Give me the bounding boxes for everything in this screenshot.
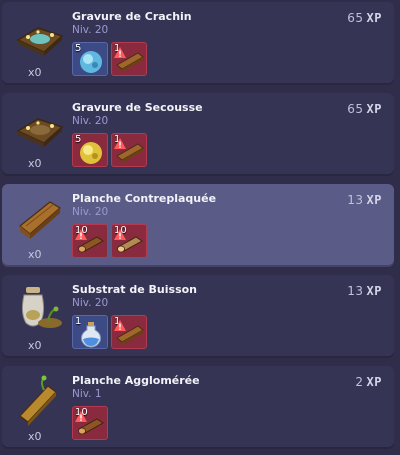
ingredient-list: 5 1 — [72, 133, 147, 167]
engraving-blue-icon — [14, 10, 66, 62]
ingredient-slot[interactable]: 1 — [111, 315, 147, 349]
xp-unit: XP — [366, 11, 382, 25]
ingredient-slot[interactable]: 5 — [72, 133, 108, 167]
recipe-level: Niv. 20 — [72, 24, 109, 36]
ingredient-slot[interactable]: 1 — [72, 315, 108, 349]
ingredient-list: 1 1 — [72, 315, 147, 349]
ingredient-slot[interactable]: 10 — [72, 224, 108, 258]
recipe-level: Niv. 1 — [72, 388, 102, 400]
recipe-level: Niv. 20 — [72, 115, 109, 127]
recipe-name: Planche Agglomérée — [72, 374, 200, 387]
warning-icon — [114, 320, 126, 331]
xp-reward: 2 XP — [355, 375, 382, 389]
xp-value: 2 — [355, 375, 364, 389]
ingredient-list: 5 1 — [72, 42, 147, 76]
warning-icon — [114, 138, 126, 149]
owned-quantity: x0 — [28, 66, 42, 79]
recipe-name: Substrat de Buisson — [72, 283, 198, 296]
ingredient-slot[interactable]: 1 — [111, 42, 147, 76]
xp-value: 65 — [347, 102, 364, 116]
recipe-card[interactable]: x0 Gravure de Secousse Niv. 20 65 XP 5 1 — [2, 93, 394, 176]
recipe-name: Gravure de Secousse — [72, 101, 203, 114]
xp-reward: 65 XP — [347, 102, 382, 116]
engraving-gold-icon — [14, 101, 66, 153]
xp-value: 65 — [347, 11, 364, 25]
plywood-plank-icon — [14, 192, 66, 244]
xp-reward: 13 XP — [347, 193, 382, 207]
warning-icon — [114, 47, 126, 58]
ingredient-count: 1 — [75, 316, 82, 327]
xp-value: 13 — [347, 284, 364, 298]
recipe-name: Planche Contreplaquée — [72, 192, 217, 205]
chipboard-plank-icon — [14, 374, 66, 426]
recipe-card-selected[interactable]: x0 Planche Contreplaquée Niv. 20 13XP 10 — [2, 184, 394, 267]
xp-reward: 65 XP — [347, 11, 382, 25]
ingredient-slot[interactable]: 5 — [72, 42, 108, 76]
xp-unit: XP — [366, 102, 382, 116]
recipe-level: Niv. 20 — [72, 297, 109, 309]
warning-icon — [114, 229, 126, 240]
xp-unit: XP — [366, 375, 382, 389]
recipe-card[interactable]: x0 Gravure de Crachin Niv. 20 65 XP 5 1 — [2, 2, 394, 85]
owned-quantity: x0 — [28, 157, 42, 170]
ingredient-slot[interactable]: 10 — [72, 406, 108, 440]
warning-icon — [75, 411, 87, 422]
ingredient-count: 5 — [75, 43, 82, 54]
recipe-card[interactable]: x0 Planche Agglomérée Niv. 1 2XP 10 — [2, 366, 394, 449]
bush-substrate-icon — [14, 283, 66, 335]
xp-unit: XP — [366, 193, 382, 207]
xp-value: 13 — [347, 193, 364, 207]
recipe-card[interactable]: x0 Substrat de Buisson Niv. 20 13 XP 1 1 — [2, 275, 394, 358]
recipe-level: Niv. 20 — [72, 206, 109, 218]
ingredient-slot[interactable]: 1 — [111, 133, 147, 167]
ingredient-list: 10 10 — [72, 224, 147, 258]
owned-quantity: x0 — [28, 248, 42, 261]
ingredient-list: 10 — [72, 406, 108, 440]
xp-reward: 13 XP — [347, 284, 382, 298]
ingredient-slot[interactable]: 10 — [111, 224, 147, 258]
owned-quantity: x0 — [28, 339, 42, 352]
xp-unit: XP — [366, 284, 382, 298]
ingredient-count: 5 — [75, 134, 82, 145]
recipe-list: x0 Gravure de Crachin Niv. 20 65XP 5 1 — [0, 0, 400, 455]
warning-icon — [75, 229, 87, 240]
owned-quantity: x0 — [28, 430, 42, 443]
recipe-name: Gravure de Crachin — [72, 10, 192, 23]
